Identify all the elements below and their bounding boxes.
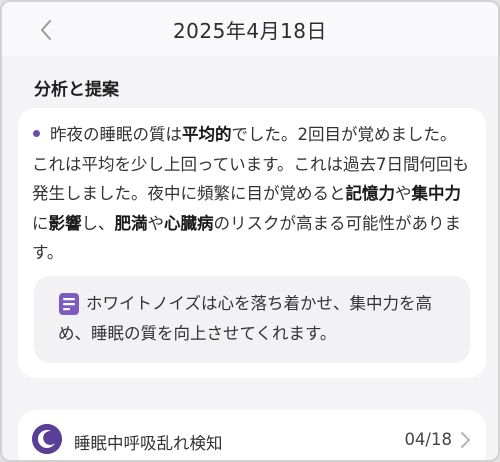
analysis-segment: し、 <box>81 213 115 233</box>
analysis-segment: に <box>32 213 49 233</box>
analysis-emphasis: 影響 <box>48 213 82 233</box>
moon-icon <box>32 424 62 454</box>
analysis-segment: や <box>395 184 412 203</box>
analysis-text: 昨夜の睡眠の質は平均的でした。2回目が覚めました。これは平均を少し上回っています… <box>32 120 472 268</box>
section-title: 分析と提案 <box>34 80 119 100</box>
analysis-emphasis: 集中力 <box>411 184 462 203</box>
page-title: 2025年4月18日 <box>172 19 328 43</box>
analysis-emphasis: 心臓病 <box>164 213 214 233</box>
screen: 2025年4月18日 分析と提案 昨夜の睡眠の質は平均的でした。2回目が覚めまし… <box>0 0 500 462</box>
event-card[interactable]: 睡眠中呼吸乱れ検知 04/18 <box>18 410 486 460</box>
event-date: 04/18 <box>404 430 452 449</box>
analysis-emphasis: 平均的 <box>182 125 232 144</box>
header: 2025年4月18日 <box>2 2 498 56</box>
analysis-emphasis: 肥満 <box>114 213 148 233</box>
analysis-segment: 昨夜の睡眠の質は <box>50 125 182 144</box>
suggestion-text: ホワイトノイズは心を落ち着かせ、集中力を高め、睡眠の質を向上させてくれます。 <box>58 294 433 343</box>
suggestion-box: ホワイトノイズは心を落ち着かせ、集中力を高め、睡眠の質を向上させてくれます。 <box>34 276 470 363</box>
chevron-right-icon[interactable] <box>458 430 474 450</box>
analysis-emphasis: 記憶力 <box>345 184 396 203</box>
analysis-segment: や <box>147 213 165 233</box>
event-title: 睡眠中呼吸乱れ検知 <box>74 434 223 453</box>
analysis-card: 昨夜の睡眠の質は平均的でした。2回目が覚めました。これは平均を少し上回っています… <box>18 108 486 378</box>
